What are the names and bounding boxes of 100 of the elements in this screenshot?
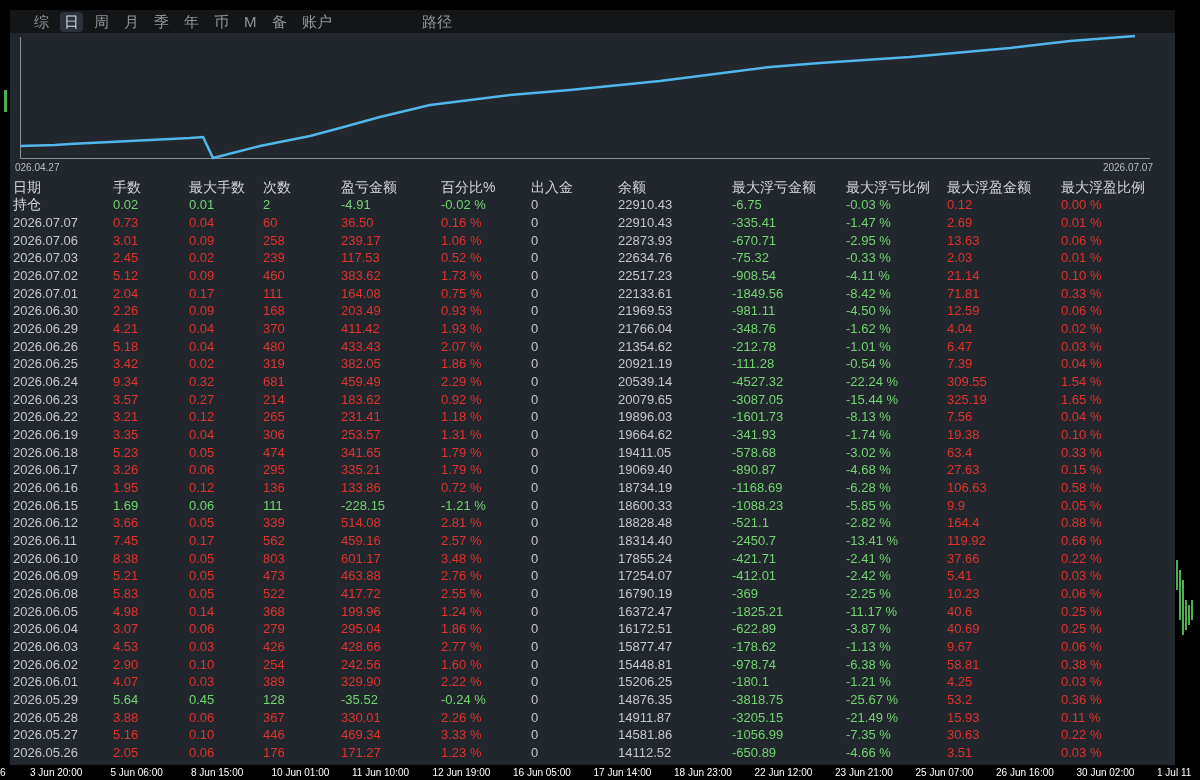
tab[interactable]: 日	[60, 11, 83, 32]
tab[interactable]: M	[240, 11, 261, 32]
table-cell: 1.73 %	[441, 268, 482, 283]
table-cell: -0.03 %	[846, 197, 891, 213]
tab[interactable]: 币	[210, 11, 233, 32]
table-cell: 0.32	[189, 374, 215, 390]
table-cell: 2026.06.25	[13, 356, 79, 372]
tab[interactable]: 月	[120, 11, 143, 32]
table-cell: 4.21	[113, 321, 139, 337]
table-cell: 2026.06.10	[13, 550, 79, 566]
table-cell: 2026.06.12	[13, 515, 79, 531]
table-cell: 239	[263, 250, 285, 266]
table-cell: 117.53	[341, 250, 380, 266]
time-axis-label: 11 Jun 10:00	[352, 767, 410, 778]
table-cell: 0.04 %	[1061, 356, 1102, 372]
table-cell: 2.07 %	[441, 338, 482, 354]
table-cell: 0.52 %	[441, 250, 482, 266]
table-cell: 5.64	[113, 692, 139, 708]
time-axis-label: 26 Jun 16:00	[996, 767, 1054, 778]
table-cell: 473	[263, 568, 285, 584]
table-cell: 309.55	[947, 374, 987, 390]
table-cell: 383.62	[341, 268, 381, 283]
table-cell: 0.88 %	[1061, 515, 1102, 531]
table-cell: 2026.06.17	[13, 462, 79, 478]
tab[interactable]: 备	[267, 11, 291, 32]
table-cell: 0.27	[189, 391, 215, 407]
tab[interactable]: 账户	[297, 11, 336, 32]
table-cell: -0.54 %	[846, 356, 891, 372]
table-cell: 3.48 %	[441, 550, 482, 566]
time-axis-label: 3 Jun 20:00	[30, 767, 83, 778]
table-cell: 4.53	[113, 639, 139, 655]
tab[interactable]: 周	[90, 11, 113, 32]
table-cell: -1168.69	[732, 480, 783, 496]
table-cell: 0.05	[189, 586, 215, 602]
table-cell: 329.90	[341, 674, 381, 690]
table-cell: 335.21	[341, 462, 381, 478]
table-cell: 2.26 %	[441, 709, 482, 725]
table-cell: 60	[263, 215, 278, 230]
table-cell: 164.4	[947, 515, 980, 531]
table-cell: 0	[531, 480, 539, 496]
table-cell: -1.62 %	[846, 321, 891, 337]
time-axis-label: 23 Jun 21:00	[835, 767, 893, 778]
table-cell: 136	[263, 480, 285, 496]
table-cell: 19664.62	[618, 427, 673, 443]
table-cell: -15.44 %	[846, 391, 899, 407]
table-cell: 474	[263, 444, 285, 460]
table-cell: 14876.35	[618, 692, 673, 708]
table-cell: 0.12	[189, 480, 215, 496]
column-header: 手数	[113, 178, 141, 195]
table-cell: 0.05	[189, 444, 215, 460]
table-cell: -1849.56	[732, 285, 784, 301]
table-cell: 0.03 %	[1061, 568, 1102, 584]
table-cell: 5.21	[113, 568, 139, 584]
table-cell: -412.01	[732, 568, 777, 584]
table-cell: -3.87 %	[846, 621, 891, 637]
table-cell: 0	[531, 745, 539, 761]
table-cell: 2026.06.19	[13, 427, 79, 443]
table-cell: 389	[263, 674, 285, 690]
table-cell: 171.27	[341, 745, 381, 761]
table-cell: 480	[263, 338, 285, 354]
table-cell: 339	[263, 515, 285, 531]
table-cell: -622.89	[732, 621, 777, 637]
table-cell: -4.50 %	[846, 303, 891, 319]
table-cell: 0.14	[189, 603, 215, 619]
table-cell: -1056.99	[732, 727, 784, 743]
table-cell: -3818.75	[732, 692, 784, 708]
table-cell: 7.56	[947, 409, 973, 425]
column-header: 出入金	[531, 178, 573, 195]
table-cell: 0	[531, 215, 539, 230]
table-cell: 16372.47	[618, 603, 673, 619]
table-cell: -2.41 %	[846, 550, 891, 566]
table-cell: 2026.06.04	[13, 621, 79, 637]
table-cell: 411.42	[341, 321, 380, 337]
table-cell: 242.56	[341, 656, 381, 672]
table-cell: 3.07	[113, 621, 139, 637]
table-cell: 254	[263, 656, 285, 672]
table-cell: 2.69	[947, 215, 973, 230]
table-cell: -4.68 %	[846, 462, 891, 478]
path-button[interactable]: 路径	[417, 11, 456, 32]
time-axis-label: 30 Jun 02:00	[1076, 767, 1135, 778]
table-cell: 30.63	[947, 727, 980, 743]
table-cell: 1.24 %	[441, 603, 482, 619]
table-cell: 27.63	[947, 462, 980, 478]
column-header: 日期	[13, 178, 41, 195]
table-cell: 2026.06.15	[13, 497, 79, 513]
tab[interactable]: 综	[30, 11, 53, 32]
table-cell: 1.86 %	[441, 356, 482, 372]
table-cell: 803	[263, 550, 285, 566]
table-cell: -1.01 %	[846, 338, 891, 354]
table-cell: 0.05 %	[1061, 497, 1102, 513]
tab[interactable]: 年	[180, 11, 203, 32]
date-label: 026.04.27	[15, 161, 60, 175]
table-cell: -13.41 %	[846, 533, 899, 549]
tab[interactable]: 季	[150, 11, 173, 32]
table-cell: -75.32	[732, 250, 769, 266]
table-cell: 0	[531, 674, 539, 690]
table-cell: 20921.19	[618, 356, 673, 372]
table-cell: 2026.05.29	[13, 692, 79, 708]
table-cell: 6.47	[947, 338, 973, 354]
table-cell: 0.01	[189, 197, 215, 213]
